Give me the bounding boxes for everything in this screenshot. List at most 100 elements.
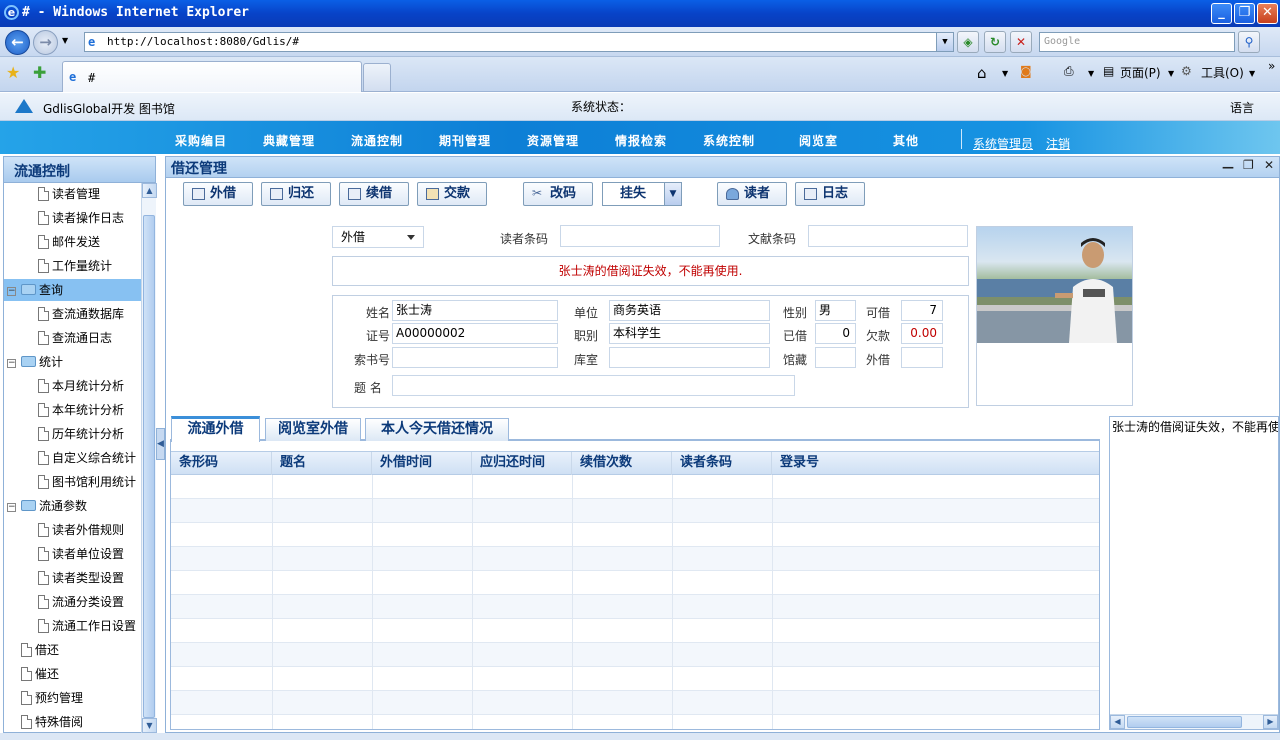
panel-close-icon[interactable]: ✕ [1264,158,1274,172]
scroll-left-icon[interactable]: ◀ [1110,715,1125,729]
column-header-title[interactable]: 题名 [272,452,372,475]
menu-retrieval[interactable]: 情报检索 [615,132,667,149]
tab-circulation-lend[interactable]: 流通外借 [171,416,260,442]
sidebar-item-year-stats[interactable]: 本年统计分析 [38,399,124,421]
column-header-lend-time[interactable]: 外借时间 [372,452,472,475]
scroll-right-icon[interactable]: ▶ [1263,715,1278,729]
pay-button[interactable]: 交款 [417,182,487,206]
search-input[interactable]: Google [1039,32,1235,52]
renew-button[interactable]: 续借 [339,182,409,206]
home-dropdown-icon[interactable]: ▼ [1002,69,1008,78]
sidebar-collapse-handle[interactable]: ◀ [156,428,165,460]
sidebar-item-custom-stats[interactable]: 自定义综合统计 [38,447,136,469]
lend-button[interactable]: 外借 [183,182,253,206]
sidebar-item-lend-rules[interactable]: 读者外借规则 [38,519,124,541]
sidebar-item-reader-unit[interactable]: 读者单位设置 [38,543,124,565]
menu-other[interactable]: 其他 [893,132,919,149]
sidebar-item-special-lend[interactable]: 特殊借阅 [21,711,83,733]
sidebar-scrollbar[interactable]: ▲ ▼ [141,183,157,733]
sidebar-item-workday[interactable]: 流通工作日设置 [38,615,136,637]
tab-today-records[interactable]: 本人今天借还情况 [365,418,509,441]
column-header-renew-count[interactable]: 续借次数 [572,452,672,475]
search-icon[interactable]: ⚲ [1238,31,1260,53]
table-row[interactable] [171,571,1099,595]
column-header-login-no[interactable]: 登录号 [772,452,1099,475]
menu-collection[interactable]: 典藏管理 [263,132,315,149]
sidebar-item-query-log[interactable]: 查流通日志 [38,327,112,349]
sidebar-item-mail[interactable]: 邮件发送 [38,231,100,253]
sidebar-item-history-stats[interactable]: 历年统计分析 [38,423,124,445]
history-dropdown-icon[interactable]: ▼ [62,36,68,45]
close-window-button[interactable]: ✕ [1257,3,1278,24]
refresh-icon[interactable]: ↻ [984,31,1006,53]
stop-icon[interactable]: ✕ [1010,31,1032,53]
sidebar-item-reader-manage[interactable]: 读者管理 [38,183,100,205]
tab-reading-room-lend[interactable]: 阅览室外借 [265,418,361,441]
message-pane-scrollbar[interactable]: ◀ ▶ [1110,714,1278,729]
lost-dropdown-icon[interactable]: ▼ [664,183,681,205]
sidebar-item-library-usage[interactable]: 图书馆利用统计 [38,471,136,493]
back-button[interactable]: ← [5,30,30,55]
table-row[interactable] [171,499,1099,523]
page-menu[interactable]: 页面(P) [1120,64,1161,81]
sidebar-item-reader-log[interactable]: 读者操作日志 [38,207,124,229]
user-link[interactable]: 系统管理员 [973,135,1033,152]
table-row[interactable] [171,547,1099,571]
print-dropdown-icon[interactable]: ▼ [1088,69,1094,78]
sidebar-item-query-db[interactable]: 查流通数据库 [38,303,124,325]
menu-reading-room[interactable]: 阅览室 [799,132,838,149]
table-row[interactable] [171,595,1099,619]
home-icon[interactable]: ⌂ [977,64,987,82]
panel-minimize-icon[interactable]: — [1222,160,1234,174]
sidebar-folder-params[interactable]: − 流通参数 [7,495,87,517]
new-tab-button[interactable] [363,63,391,92]
maximize-button[interactable]: ❐ [1234,3,1255,24]
edit-code-button[interactable]: ✂ 改码 [523,182,593,206]
sidebar-item-circ-category[interactable]: 流通分类设置 [38,591,124,613]
print-icon[interactable]: ⎙ [1064,64,1074,79]
add-favorites-icon[interactable]: ✚ [33,63,46,82]
table-row[interactable] [171,643,1099,667]
scroll-thumb[interactable] [1127,716,1242,728]
sidebar-item-month-stats[interactable]: 本月统计分析 [38,375,124,397]
tools-menu[interactable]: 工具(O) [1201,64,1244,81]
lost-dropdown[interactable]: 挂失 ▼ [602,182,682,206]
table-row[interactable] [171,667,1099,691]
favorites-star-icon[interactable]: ★ [6,63,20,82]
menu-resources[interactable]: 资源管理 [527,132,579,149]
mode-select[interactable]: 外借 [332,226,424,248]
collapse-icon[interactable]: − [7,287,16,296]
security-icon[interactable]: ◈ [957,31,979,53]
page-dropdown-icon[interactable]: ▼ [1168,69,1174,78]
column-header-reader-barcode[interactable]: 读者条码 [672,452,772,475]
sidebar-item-workload[interactable]: 工作量统计 [38,255,112,277]
menu-periodicals[interactable]: 期刊管理 [439,132,491,149]
table-row[interactable] [171,715,1099,729]
reader-barcode-input[interactable] [560,225,720,247]
feeds-icon[interactable]: ◙ [1020,64,1032,78]
column-header-barcode[interactable]: 条形码 [171,452,272,475]
address-input[interactable]: e http://localhost:8080/Gdlis/# ▼ [84,32,954,52]
collapse-icon[interactable]: − [7,503,16,512]
panel-restore-icon[interactable]: ❐ [1243,158,1254,172]
tools-dropdown-icon[interactable]: ▼ [1249,69,1255,78]
address-dropdown-icon[interactable]: ▼ [936,33,953,51]
table-row[interactable] [171,475,1099,499]
scroll-thumb[interactable] [143,215,155,718]
return-button[interactable]: 归还 [261,182,331,206]
reader-button[interactable]: 读者 [717,182,787,206]
table-row[interactable] [171,619,1099,643]
language-link[interactable]: 语言 [1230,99,1254,116]
minimize-button[interactable]: _ [1211,3,1232,24]
table-row[interactable] [171,523,1099,547]
collapse-icon[interactable]: − [7,359,16,368]
browser-tab-active[interactable]: e # [62,61,362,92]
scroll-down-icon[interactable]: ▼ [142,718,157,733]
sidebar-folder-stats[interactable]: − 统计 [7,351,63,373]
sidebar-item-reader-type[interactable]: 读者类型设置 [38,567,124,589]
scroll-up-icon[interactable]: ▲ [142,183,157,198]
logout-link[interactable]: 注销 [1046,135,1070,152]
sidebar-item-reservation[interactable]: 预约管理 [21,687,83,709]
table-row[interactable] [171,691,1099,715]
log-button[interactable]: 日志 [795,182,865,206]
